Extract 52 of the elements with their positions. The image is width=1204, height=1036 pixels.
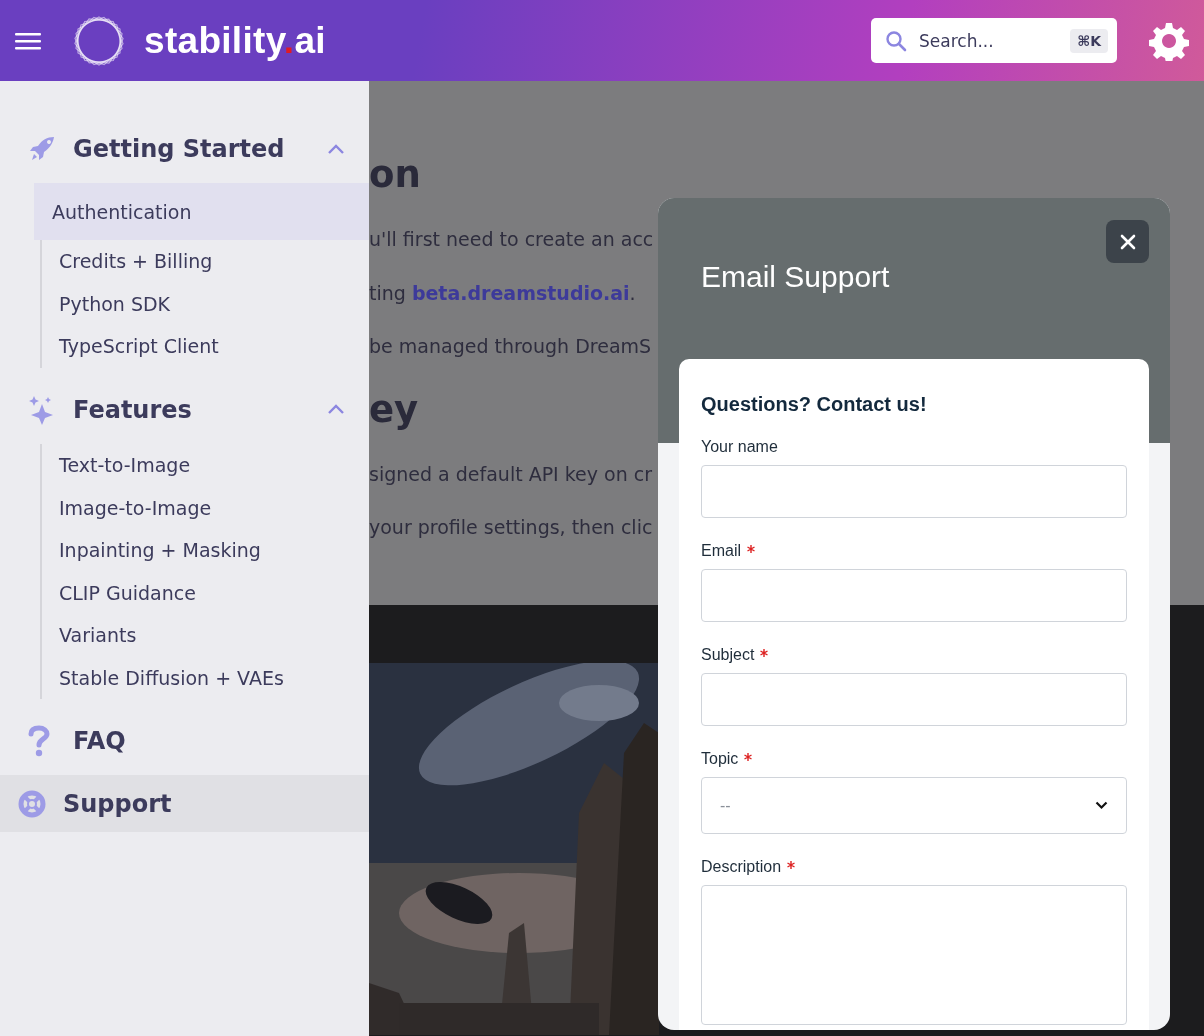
chevron-icon[interactable] [327,143,345,155]
nav-section[interactable]: Support [0,775,369,833]
shortcut-key: ⌘K [1070,28,1108,53]
nav-section[interactable]: FAQ [0,709,369,774]
paragraph-text: ting [369,281,407,304]
nav-item[interactable]: Python SDK [34,282,369,326]
search-field[interactable]: Search... ⌘K [871,18,1117,63]
nav-item[interactable]: CLIP Guidance [34,571,369,615]
section-label: FAQ [73,727,127,756]
close-button[interactable] [1106,220,1149,263]
chevron-icon[interactable] [327,404,345,416]
field-label: Your name [701,438,778,456]
paragraph-text: your profile settings, then clic [369,515,653,540]
search-icon [885,29,907,52]
rocket-icon [28,135,56,163]
form-title: Questions? Contact us! [701,393,928,416]
section-label: Getting Started [73,135,286,163]
paragraph-text: be managed through DreamS [369,334,652,359]
question-icon [28,725,50,758]
section-label: Features [73,395,193,424]
paragraph-text: u'll first need to create an acc [369,227,654,252]
paragraph-text: . [629,281,636,304]
section-label: Support [63,789,173,818]
settings-icon[interactable] [1149,20,1189,61]
nav-item[interactable]: Variants [34,614,369,657]
select-placeholder: -- [720,796,731,815]
nav-item[interactable]: Credits + Billing [34,240,369,283]
nav-section[interactable]: Getting Started [0,117,369,181]
text-field[interactable] [701,673,1127,726]
nav-section[interactable]: Features [0,377,369,442]
nav-item[interactable]: Inpainting + Masking [34,528,369,572]
menu-icon[interactable] [15,30,41,51]
search-placeholder: Search... [919,30,995,51]
text-field[interactable] [701,569,1127,622]
nav-item[interactable]: Text-to-Image [34,443,369,487]
page-heading: on [369,152,421,198]
chevron-icon [1095,801,1108,810]
nav-item[interactable]: Authentication [34,183,369,240]
brand-logo[interactable]: stability.ai [144,19,326,62]
dialog-title: Email Support [701,260,891,294]
field-label: Email [701,542,741,560]
page-heading: ey [369,386,419,433]
paragraph-text: signed a default API key on cr [369,461,652,487]
nav-item[interactable]: Image-to-Image [34,486,369,529]
lifebuoy-icon [18,789,46,818]
nav-item[interactable]: Stable Diffusion + VAEs [34,656,369,700]
nav-item[interactable]: TypeScript Client [34,325,369,368]
close-icon [1119,233,1136,250]
field-label: Topic [701,750,739,768]
field-label: Subject [701,646,755,664]
text-field[interactable] [701,465,1127,518]
field-label: Description [701,858,782,876]
